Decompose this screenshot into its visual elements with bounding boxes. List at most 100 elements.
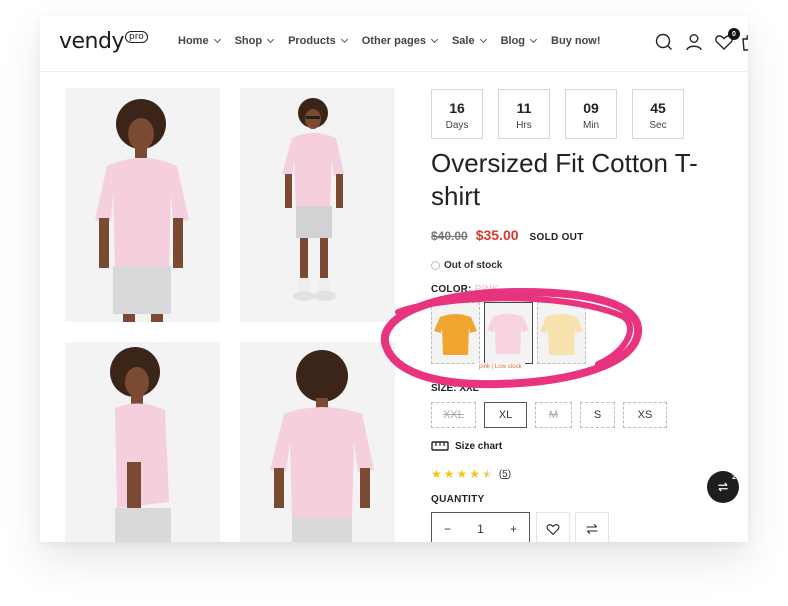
stock-text: Out of stock bbox=[444, 260, 503, 271]
size-option-xs[interactable]: XS bbox=[623, 402, 667, 428]
stock-dot-icon bbox=[431, 261, 440, 270]
product-image-back-art bbox=[240, 342, 395, 542]
size-chart-label: Size chart bbox=[455, 440, 503, 452]
status-badge: SOLD OUT bbox=[529, 232, 584, 243]
star-icon: ★ bbox=[443, 467, 455, 481]
nav-item-sale[interactable]: Sale bbox=[451, 35, 487, 47]
color-label: COLOR: PINK bbox=[431, 284, 499, 295]
half-star-icon: ★ bbox=[482, 467, 493, 481]
size-option-m[interactable]: M bbox=[535, 402, 572, 428]
chevron-down-icon bbox=[430, 35, 438, 44]
swatch-tooltip: pink | Low stock bbox=[476, 363, 525, 371]
chevron-down-icon bbox=[340, 35, 348, 44]
nav-label: Sale bbox=[451, 35, 475, 47]
add-to-wishlist-button[interactable] bbox=[536, 512, 570, 542]
main-nav: Home Shop Products Other pages Sale Blog… bbox=[178, 35, 616, 47]
countdown-value: 16 bbox=[449, 100, 465, 116]
size-chart-link[interactable]: Size chart bbox=[431, 440, 502, 452]
nav-item-products[interactable]: Products bbox=[288, 35, 348, 47]
nav-label: Shop bbox=[234, 35, 263, 47]
product-title: Oversized Fit Cotton T-shirt bbox=[431, 148, 698, 211]
countdown-unit: Days bbox=[445, 120, 469, 131]
countdown-value: 09 bbox=[583, 100, 599, 116]
sale-countdown: 16 Days 11 Hrs 09 Min 45 Sec bbox=[431, 89, 699, 139]
countdown-unit: Min bbox=[582, 120, 600, 131]
nav-label: Buy now! bbox=[551, 35, 601, 47]
chevron-down-icon bbox=[479, 35, 487, 44]
cream-tee-thumb bbox=[540, 314, 583, 355]
countdown-seconds: 45 Sec bbox=[632, 89, 684, 139]
star-icon: ★ bbox=[431, 467, 442, 481]
site-header: vendy pro Home Shop Products Other pages … bbox=[40, 16, 748, 72]
product-image-full-body[interactable] bbox=[240, 88, 395, 322]
logo-badge: pro bbox=[124, 31, 148, 43]
nav-label: Products bbox=[288, 35, 336, 47]
decrease-button[interactable]: − bbox=[444, 522, 451, 536]
product-page: vendy pro Home Shop Products Other pages … bbox=[40, 16, 748, 542]
product-image-side-art bbox=[65, 342, 220, 542]
logo[interactable]: vendy pro bbox=[59, 29, 148, 54]
countdown-unit: Hrs bbox=[516, 120, 532, 131]
quantity-stepper: − 1 + bbox=[431, 512, 530, 542]
quantity-label: QUANTITY bbox=[431, 494, 485, 505]
nav-item-buy-now[interactable]: Buy now! bbox=[551, 35, 601, 47]
rating-row: ★ ★ ★ ★ ★ (5) bbox=[431, 467, 511, 481]
star-icon: ★ bbox=[469, 467, 481, 481]
countdown-days: 16 Days bbox=[431, 89, 483, 139]
nav-item-other-pages[interactable]: Other pages bbox=[361, 35, 438, 47]
swatch-pink[interactable] bbox=[484, 302, 533, 364]
compare-arrows-icon bbox=[586, 523, 598, 535]
ruler-icon bbox=[431, 441, 449, 451]
user-icon[interactable] bbox=[682, 30, 706, 54]
chevron-down-icon bbox=[267, 35, 275, 44]
increase-button[interactable]: + bbox=[510, 522, 517, 536]
color-label-text: COLOR: bbox=[431, 284, 472, 295]
review-count: 5 bbox=[502, 468, 508, 480]
chevron-down-icon bbox=[213, 35, 221, 44]
header-icons: 0 2 bbox=[608, 28, 748, 54]
sale-price: $35.00 bbox=[475, 227, 519, 243]
heart-icon bbox=[546, 524, 560, 536]
nav-label: Home bbox=[178, 35, 209, 47]
countdown-value: 45 bbox=[650, 100, 666, 116]
swatch-orange[interactable] bbox=[431, 302, 480, 364]
heart-icon[interactable]: 0 bbox=[712, 28, 740, 54]
size-option-s[interactable]: S bbox=[580, 402, 615, 428]
size-option-xl[interactable]: XL bbox=[484, 402, 527, 428]
nav-item-blog[interactable]: Blog bbox=[500, 35, 538, 47]
search-icon[interactable] bbox=[652, 30, 676, 54]
logo-text: vendy bbox=[59, 29, 124, 54]
compare-count-badge: 2 bbox=[732, 474, 736, 481]
quantity-value[interactable]: 1 bbox=[477, 522, 484, 536]
review-count-link[interactable]: (5) bbox=[499, 469, 511, 480]
countdown-minutes: 09 Min bbox=[565, 89, 617, 139]
product-image-side[interactable] bbox=[65, 342, 220, 542]
size-option-xxl[interactable]: XXL bbox=[431, 402, 476, 428]
size-label: SIZE: XXL bbox=[431, 383, 479, 394]
countdown-hours: 11 Hrs bbox=[498, 89, 550, 139]
size-options: XXL XL M S XS bbox=[431, 402, 675, 428]
price-row: $40.00 $35.00 SOLD OUT bbox=[431, 227, 584, 243]
bag-icon[interactable]: 2 bbox=[738, 30, 748, 54]
nav-item-home[interactable]: Home bbox=[178, 35, 221, 47]
floating-compare-button[interactable]: 2 bbox=[707, 471, 739, 503]
product-image-front-art bbox=[65, 88, 220, 322]
pink-tee-thumb bbox=[486, 313, 530, 355]
product-image-full-body-art bbox=[240, 88, 395, 322]
nav-label: Other pages bbox=[361, 35, 426, 47]
chevron-down-icon bbox=[529, 35, 538, 44]
product-image-back[interactable] bbox=[240, 342, 395, 542]
orange-tee-thumb bbox=[434, 314, 477, 355]
nav-item-shop[interactable]: Shop bbox=[234, 35, 275, 47]
swatch-cream[interactable] bbox=[537, 302, 586, 364]
star-icon: ★ bbox=[456, 467, 468, 481]
stock-status: Out of stock bbox=[431, 260, 502, 271]
compare-arrows-icon bbox=[718, 482, 728, 492]
product-image-front[interactable] bbox=[65, 88, 220, 322]
old-price: $40.00 bbox=[431, 229, 468, 243]
countdown-unit: Sec bbox=[649, 120, 667, 131]
color-value: PINK bbox=[474, 284, 499, 295]
compare-button[interactable] bbox=[575, 512, 609, 542]
countdown-value: 11 bbox=[516, 100, 532, 116]
nav-label: Blog bbox=[500, 35, 526, 47]
